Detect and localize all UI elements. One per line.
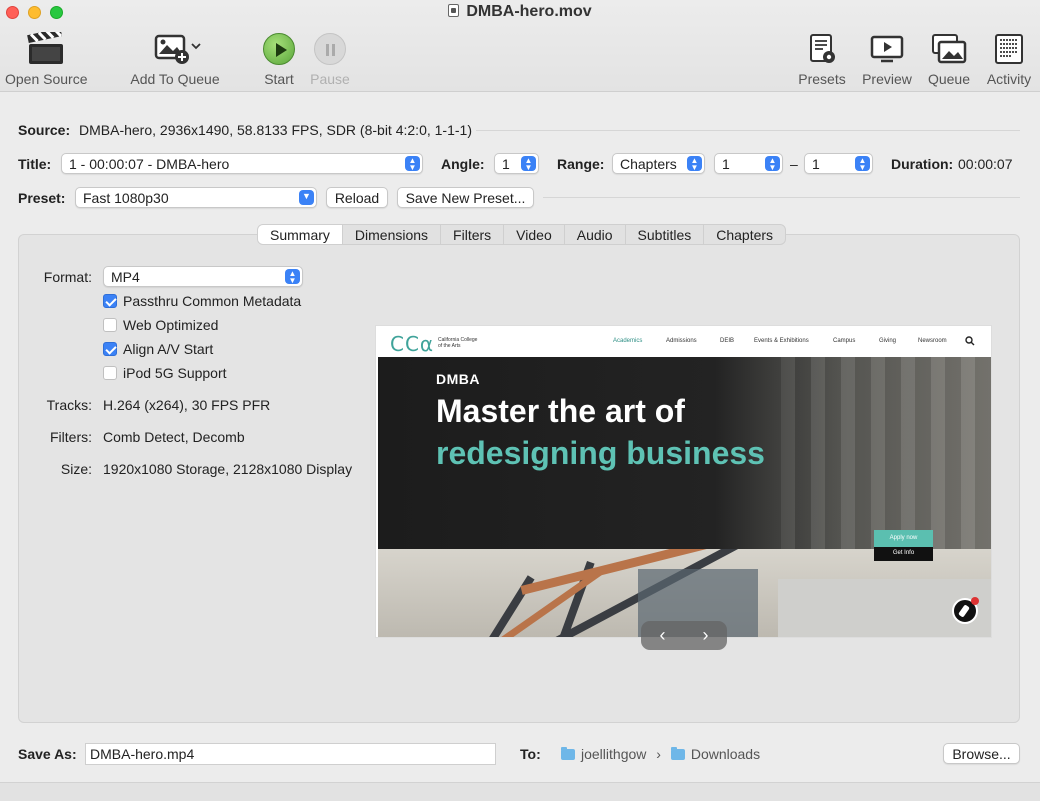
pause-icon [314,33,346,65]
presets-gear-icon [796,30,848,68]
preview-chat-icon [952,597,979,624]
window-title: DMBA-hero.mov [0,3,1040,21]
save-new-preset-button[interactable]: Save New Preset... [397,187,534,208]
browse-button[interactable]: Browse... [943,743,1020,764]
preview-apply-button: Apply now [874,530,933,547]
document-icon [448,4,460,17]
activity-button[interactable]: Activity [982,30,1036,87]
preset-label: Preset: [18,190,66,206]
activity-log-icon [982,30,1036,68]
chevron-updown-icon: ▲ ▼ [285,269,300,285]
preset-divider [543,197,1020,198]
chevron-updown-icon: ▲ ▼ [521,156,536,172]
preview-menu-item: Events & Exhibitions [754,338,809,344]
source-divider [476,130,1020,131]
preview-site-nav: CCα California College of the Arts Academ… [376,326,991,357]
start-button[interactable]: Start [256,30,302,87]
preview-menu-item: Newsroom [918,338,947,344]
add-to-queue-button[interactable]: Add To Queue [128,30,222,87]
tab-dimensions[interactable]: Dimensions [343,225,442,244]
range-start-select[interactable]: 1 ▲ ▼ [714,153,783,174]
save-as-label: Save As: [18,746,77,762]
checkbox-unchecked[interactable] [103,366,117,380]
filters-label: Filters: [50,429,92,445]
align-av-start-checkbox[interactable]: Align A/V Start [103,341,213,357]
tab-chapters[interactable]: Chapters [704,225,785,244]
preview-thumbnail[interactable]: CCα California College of the Arts Academ… [375,325,992,638]
angle-label: Angle: [441,156,485,172]
preview-menu-item: DEIB [720,338,735,344]
web-optimized-checkbox[interactable]: Web Optimized [103,317,218,333]
presets-button[interactable]: Presets [796,30,848,87]
add-image-icon [128,30,222,68]
tab-video[interactable]: Video [504,225,565,244]
format-label: Format: [43,269,92,285]
chevron-updown-icon: ▲ ▼ [855,156,870,172]
play-icon [263,33,295,65]
next-frame-button[interactable]: › [684,621,727,650]
destination-path[interactable]: joellithgow › Downloads [561,746,760,762]
format-select[interactable]: MP4 ▲ ▼ [103,266,303,287]
preview-menu-item: Academics [613,338,643,344]
ipod-5g-support-checkbox[interactable]: iPod 5G Support [103,365,227,381]
chevron-down-icon: ▼ [299,190,314,205]
previous-frame-button[interactable]: ‹ [641,621,684,650]
preview-menu-item: Admissions [666,338,697,344]
chevron-updown-icon: ▲ ▼ [687,156,702,172]
size-value: 1920x1080 Storage, 2128x1080 Display [103,461,353,477]
save-as-field[interactable]: DMBA-hero.mp4 [85,743,496,765]
angle-select[interactable]: 1 ▲ ▼ [494,153,539,174]
source-info: DMBA-hero, 2936x1490, 58.8133 FPS, SDR (… [79,122,472,138]
preview-headline-line2: redesigning business [436,435,765,471]
range-type-select[interactable]: Chapters ▲ ▼ [612,153,705,174]
filters-value: Comb Detect, Decomb [103,429,245,445]
tab-subtitles[interactable]: Subtitles [626,225,705,244]
duration-value: 00:00:07 [958,156,1013,172]
preview-get-info-button: Get Info [874,547,933,561]
chevron-updown-icon: ▲ ▼ [765,156,780,172]
preview-search-icon [965,336,975,346]
folder-icon [670,747,685,760]
checkbox-checked[interactable] [103,342,117,356]
preview-headline-line1: Master the art of [436,393,685,429]
tracks-label: Tracks: [46,397,92,413]
chevron-updown-icon: ▲ ▼ [405,156,420,172]
checkbox-checked[interactable] [103,294,117,308]
preview-menu-item: Campus [833,338,856,344]
queue-button[interactable]: Queue [924,30,974,87]
reload-button[interactable]: Reload [326,187,388,208]
monitor-play-icon [860,30,914,68]
preview-menu-item: Giving [879,338,897,344]
preview-pager: ‹ › [641,621,727,650]
tab-summary[interactable]: Summary [258,225,343,244]
size-label: Size: [60,461,92,477]
notification-badge [971,597,979,605]
tab-filters[interactable]: Filters [441,225,505,244]
title-select[interactable]: 1 - 00:00:07 - DMBA-hero ▲ ▼ [61,153,423,174]
open-source-button[interactable]: Open Source [5,30,88,87]
passthru-metadata-checkbox[interactable]: Passthru Common Metadata [103,293,301,309]
tracks-value: H.264 (x264), 30 FPS PFR [103,397,271,413]
preview-logo: CCα [390,332,435,356]
range-dash: – [790,156,798,172]
pause-button[interactable]: Pause [307,30,353,87]
window-toolbar: DMBA-hero.mov Open Source Add To Queue S… [0,0,1040,92]
duration-label: Duration: [891,156,954,172]
to-label: To: [520,746,541,762]
checkbox-unchecked[interactable] [103,318,117,332]
folder-icon [561,747,575,760]
source-label: Source: [18,122,71,138]
preview-logo-subtitle: California College of the Arts [438,337,478,349]
preset-select[interactable]: Fast 1080p30 ▼ [75,187,317,208]
tab-bar: Summary Dimensions Filters Video Audio S… [257,224,787,245]
preview-button[interactable]: Preview [860,30,914,87]
status-bar [0,782,1040,801]
stacked-images-icon [924,30,974,68]
clapperboard-icon [5,30,87,68]
title-label: Title: [18,156,52,172]
tab-audio[interactable]: Audio [565,225,626,244]
preview-brand: DMBA [436,371,480,387]
range-label: Range: [557,156,605,172]
range-end-select[interactable]: 1 ▲ ▼ [804,153,873,174]
